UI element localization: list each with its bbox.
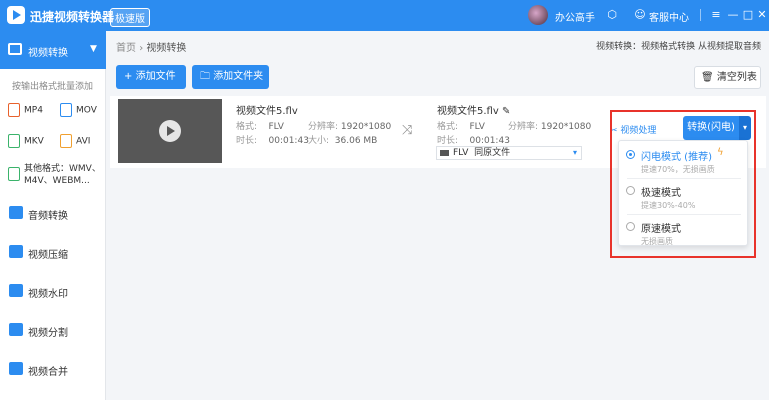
output-format-select[interactable]: FLV 同原文件 ▾ [436,146,582,160]
title-bar: 迅捷视频转换器 极速版 办公高手 ⬡ ☺ 客服中心 ≡ — □ ✕ [0,0,769,31]
target-resolution: 分辨率: 1920*1080 [508,122,592,132]
sidebar-item-label: 视频压缩 [28,250,68,261]
select-option: 同原文件 [474,148,511,158]
target-file-name: 视频文件5.flv ✎ [437,106,511,117]
select-format: FLV [453,148,469,158]
video-format-icon [440,150,449,156]
video-watermark-icon [9,284,23,297]
mode-option-lightning[interactable]: 闪电模式 (推荐) ϟ 提速70%，无损画质 [619,145,749,179]
page-hint: 视频转换：视频格式转换 从视频提取音频 [596,42,761,52]
breadcrumb-home[interactable]: 首页 [116,43,136,54]
target-duration: 时长: 00:01:43 [437,136,510,146]
avatar[interactable] [528,5,548,25]
format-label: MOV [76,105,97,116]
sidebar-item-video-convert[interactable]: 视频转换 ▼ [0,31,106,69]
app-logo-icon [7,6,25,24]
breadcrumb-current: 视频转换 [146,43,187,54]
play-icon[interactable] [159,120,181,142]
breadcrumb: 首页 › 视频转换 [116,39,186,54]
sidebar-item-audio-convert[interactable]: 音频转换 [0,194,106,232]
divider [627,178,741,179]
add-file-button[interactable]: + 添加文件 [116,65,186,89]
mode-desc: 提速30%-40% [641,201,696,210]
maximize-icon[interactable]: □ [741,8,755,21]
mode-name: 闪电模式 (推荐) [641,152,712,163]
sidebar-item-video-watermark[interactable]: 视频水印 [0,272,106,310]
video-convert-icon [8,43,22,55]
divider [700,9,701,21]
chevron-down-icon: ▼ [90,44,97,54]
sidebar-item-label: 视频转换 [28,48,68,59]
convert-mode-dropdown: 闪电模式 (推荐) ϟ 提速70%，无损画质 极速模式 提速30%-40% 原速… [618,140,748,246]
trash-icon: 🗑 [701,72,714,83]
format-label: AVI [76,136,91,147]
source-format: 格式: FLV [236,122,284,132]
app-title: 迅捷视频转换器 [30,10,115,24]
format-avi[interactable]: AVI [60,134,90,148]
other-format-icon [8,167,20,181]
edit-icon[interactable]: ✎ [502,106,510,117]
service-icon[interactable]: ☺ [633,8,647,21]
mp4-icon [8,103,20,117]
mode-name: 原速模式 [641,224,681,235]
source-size: 大小: 36.06 MB [308,136,378,146]
format-mov[interactable]: MOV [60,103,97,117]
divider [627,214,741,215]
source-duration: 时长: 00:01:43 [236,136,309,146]
add-folder-button[interactable]: 🗀 添加文件夹 [192,65,269,89]
audio-convert-icon [9,206,23,219]
vip-shield-icon[interactable]: ⬡ [605,8,619,21]
video-thumbnail[interactable] [118,99,222,163]
source-file-name: 视频文件5.flv [236,106,298,117]
sidebar-item-video-compress[interactable]: 视频压缩 [0,233,106,271]
shuffle-icon: ⤨ [402,123,413,138]
plus-icon: + [124,71,133,82]
format-label: MP4 [24,105,43,116]
sidebar-item-label: 视频水印 [28,289,68,300]
radio[interactable] [626,186,635,195]
add-file-label: 添加文件 [135,71,176,82]
target-format: 格式: FLV [437,122,485,132]
sidebar: 视频转换 ▼ 按输出格式批量添加 MP4 MOV MKV AVI 其他格式：WM… [0,31,106,400]
mkv-icon [8,134,20,148]
avi-icon [60,134,72,148]
sidebar-item-label: 音频转换 [28,211,68,222]
other-format-line1: 其他格式：WMV、 [24,164,101,174]
clear-list-label: 清空列表 [716,72,757,83]
video-merge-icon [9,362,23,375]
minimize-icon[interactable]: — [726,8,740,21]
format-mp4[interactable]: MP4 [8,103,43,117]
clear-list-button[interactable]: 🗑 清空列表 [694,66,761,89]
close-icon[interactable]: ✕ [755,8,769,21]
edition-badge: 极速版 [110,8,150,27]
mode-option-fast[interactable]: 极速模式 提速30%-40% [619,181,749,215]
service-center-link[interactable]: 客服中心 [649,9,689,24]
sidebar-item-label: 视频分割 [28,328,68,339]
video-compress-icon [9,245,23,258]
video-split-icon [9,323,23,336]
source-resolution: 分辨率: 1920*1080 [308,122,392,132]
format-label: MKV [24,136,44,147]
sidebar-item-label: 视频合并 [28,367,68,378]
mov-icon [60,103,72,117]
mode-name: 极速模式 [641,188,681,199]
add-folder-label: 添加文件夹 [213,71,264,82]
username[interactable]: 办公高手 [555,9,595,24]
other-format-line2: M4V、WEBM... [24,176,90,186]
mode-desc: 无损画质 [641,237,673,246]
format-mkv[interactable]: MKV [8,134,44,148]
mode-desc: 提速70%，无损画质 [641,165,715,174]
mode-option-original[interactable]: 原速模式 无损画质 [619,217,749,251]
breadcrumb-separator: › [139,43,144,54]
format-hint: 按输出格式批量添加 [12,82,94,92]
sidebar-item-video-split[interactable]: 视频分割 [0,311,106,349]
radio[interactable] [626,222,635,231]
folder-icon: 🗀 [200,71,210,82]
lightning-icon: ϟ [717,147,724,158]
sidebar-item-video-merge[interactable]: 视频合并 [0,350,106,388]
chevron-down-icon: ▾ [572,148,577,157]
radio-selected[interactable] [626,150,635,159]
menu-icon[interactable]: ≡ [709,8,723,21]
